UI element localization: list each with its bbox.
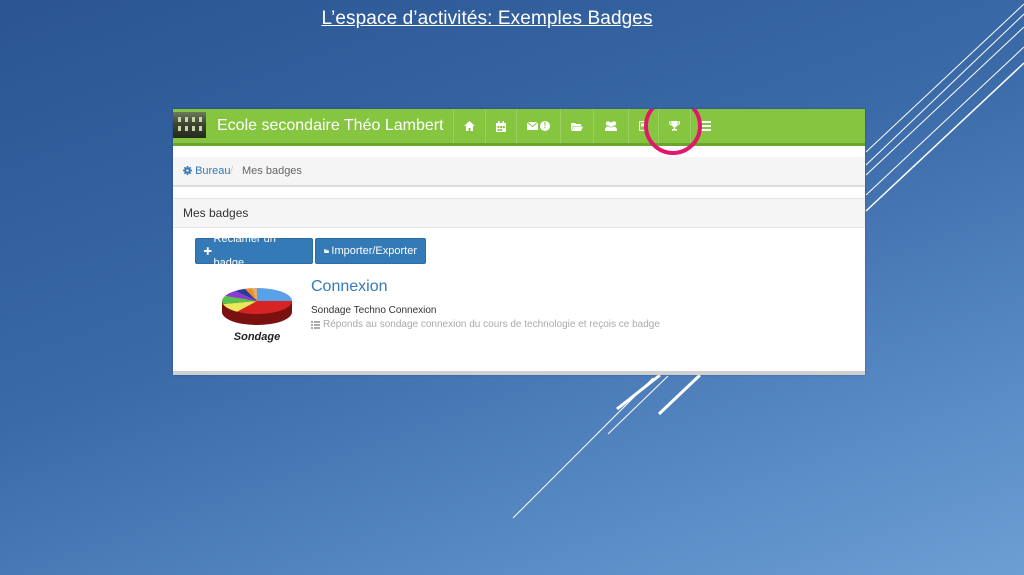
app-screenshot: Ecole secondaire Théo Lambert ! Bureau /… <box>173 109 865 375</box>
list-icon <box>311 320 320 329</box>
screenshot-footer-bar <box>173 371 865 375</box>
claim-badge-label: Réclamer un badge <box>213 233 276 269</box>
navbar: Ecole secondaire Théo Lambert ! <box>173 109 865 155</box>
import-export-button[interactable]: Importer/Exporter <box>315 238 426 264</box>
badge-image[interactable]: Sondage <box>217 281 297 345</box>
slide-title: L’espace d’activités: Exemples Badges <box>321 8 653 29</box>
badge-title[interactable]: Connexion <box>311 278 388 296</box>
folder-open-icon <box>324 249 330 254</box>
claim-badge-button[interactable]: Réclamer un badge <box>195 233 313 269</box>
badge-description: Réponds au sondage connexion du cours de… <box>311 319 660 330</box>
folder-open-icon[interactable] <box>560 109 593 143</box>
breadcrumb-separator: / <box>230 165 234 177</box>
highlight-circle <box>644 109 702 155</box>
badge-name: Sondage Techno Connexion <box>311 305 437 316</box>
breadcrumb-current: Mes badges <box>242 165 302 177</box>
envelope-alert-icon[interactable]: ! <box>516 109 560 143</box>
badge-image-label: Sondage <box>234 331 280 343</box>
breadcrumb-home-link[interactable]: Bureau <box>183 157 231 185</box>
school-logo[interactable] <box>173 112 206 138</box>
users-icon[interactable] <box>593 109 628 143</box>
home-icon[interactable] <box>453 109 485 143</box>
school-name[interactable]: Ecole secondaire Théo Lambert <box>217 117 444 135</box>
plus-icon <box>204 247 212 255</box>
import-export-label: Importer/Exporter <box>331 245 417 257</box>
panel-heading: Mes badges <box>173 198 865 228</box>
breadcrumb-home-label: Bureau <box>195 165 231 177</box>
breadcrumb: Bureau / Mes badges <box>173 157 865 187</box>
panel-title: Mes badges <box>183 206 249 220</box>
gear-icon <box>183 166 192 175</box>
calendar-icon[interactable] <box>485 109 516 143</box>
badge-description-text: Réponds au sondage connexion du cours de… <box>323 319 660 330</box>
